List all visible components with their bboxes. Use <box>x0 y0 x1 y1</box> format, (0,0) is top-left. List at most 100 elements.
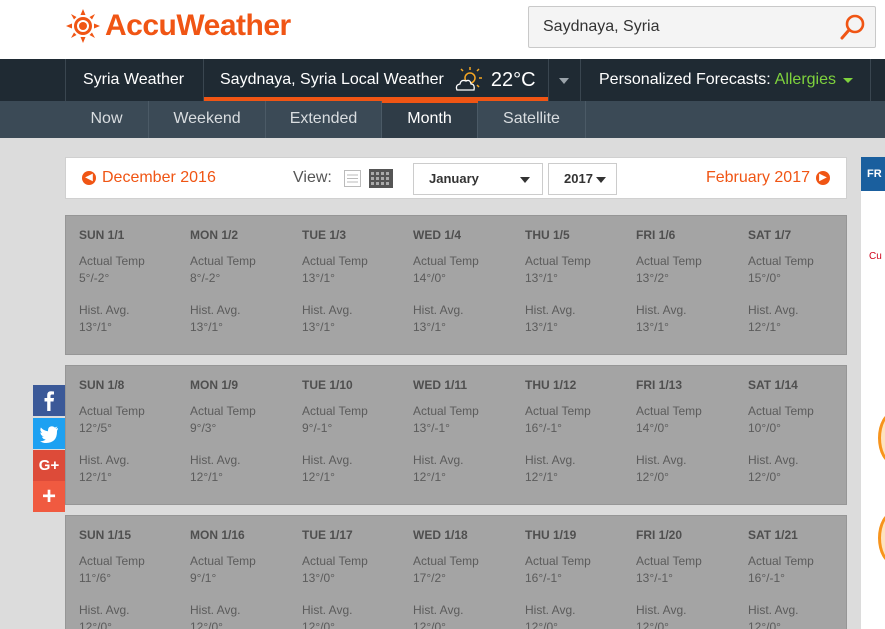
day-cell[interactable]: TUE 1/10 Actual Temp 9°/-1° Hist. Avg. 1… <box>289 366 400 506</box>
hist-avg-value: 12°/0° <box>748 470 781 484</box>
search-box <box>528 6 876 48</box>
actual-temp-value: 12°/5° <box>79 421 112 435</box>
day-cell[interactable]: MON 1/9 Actual Temp 9°/3° Hist. Avg. 12°… <box>177 366 288 506</box>
plus-icon: + <box>41 483 56 510</box>
panel-tab[interactable]: FR <box>861 157 885 191</box>
day-cell[interactable]: TUE 1/17 Actual Temp 13°/0° Hist. Avg. 1… <box>289 516 400 629</box>
day-cell[interactable]: FRI 1/13 Actual Temp 14°/0° Hist. Avg. 1… <box>623 366 734 506</box>
actual-temp-value: 13°/-1° <box>413 421 450 435</box>
twitter-share-button[interactable] <box>33 418 65 449</box>
day-cell[interactable]: SAT 1/7 Actual Temp 15°/0° Hist. Avg. 12… <box>735 216 846 356</box>
arrow-right-icon: ▶ <box>816 171 830 185</box>
actual-temp-value: 17°/2° <box>413 571 446 585</box>
tab-month[interactable]: Month <box>382 101 478 138</box>
tab-weekend[interactable]: Weekend <box>149 101 266 138</box>
actual-temp-value: 16°/-1° <box>525 571 562 585</box>
day-date: THU 1/12 <box>525 378 577 392</box>
day-date: THU 1/19 <box>525 528 577 542</box>
sun-logo-icon <box>66 9 100 43</box>
current-temperature: 22°C <box>490 69 536 91</box>
hist-avg-value: 13°/1° <box>190 320 223 334</box>
nav-personalized-forecasts[interactable]: Personalized Forecasts: Allergies <box>599 59 854 101</box>
month-select-value: January <box>429 171 479 186</box>
panel-text: Cu <box>869 251 882 262</box>
hist-avg-value: 12°/1° <box>525 470 558 484</box>
search-icon[interactable] <box>837 11 869 43</box>
day-cell[interactable]: SUN 1/1 Actual Temp 5°/-2° Hist. Avg. 13… <box>66 216 177 356</box>
month-select[interactable]: January <box>413 163 543 195</box>
day-date: FRI 1/6 <box>636 228 676 242</box>
day-date: SUN 1/8 <box>79 378 125 392</box>
day-date: SUN 1/1 <box>79 228 125 242</box>
view-label: View: <box>293 169 332 186</box>
hist-avg-value: 12°/0° <box>79 620 112 629</box>
promo-badge-icon[interactable] <box>878 412 885 464</box>
hist-avg-value: 12°/0° <box>302 620 335 629</box>
tab-satellite[interactable]: Satellite <box>478 101 586 138</box>
next-month-link[interactable]: February 2017 ▶ <box>706 158 830 198</box>
list-view-icon[interactable] <box>344 170 361 187</box>
partly-cloudy-icon <box>455 67 482 91</box>
next-month-label: February 2017 <box>705 169 810 186</box>
day-cell[interactable]: SUN 1/8 Actual Temp 12°/5° Hist. Avg. 12… <box>66 366 177 506</box>
previous-month-label: December 2016 <box>102 169 216 186</box>
day-cell[interactable]: WED 1/11 Actual Temp 13°/-1° Hist. Avg. … <box>400 366 511 506</box>
day-date: WED 1/11 <box>413 378 468 392</box>
twitter-icon <box>40 426 58 443</box>
actual-temp-value: 10°/0° <box>748 421 781 435</box>
day-cell[interactable]: SAT 1/21 Actual Temp 16°/-1° Hist. Avg. … <box>735 516 846 629</box>
hist-avg-label: Hist. Avg. <box>79 303 130 317</box>
day-cell[interactable]: FRI 1/20 Actual Temp 13°/-1° Hist. Avg. … <box>623 516 734 629</box>
local-weather-label: Saydnaya, Syria Local Weather <box>220 71 444 88</box>
google-plus-share-button[interactable]: G+ <box>33 450 65 481</box>
nav-country-weather[interactable]: Syria Weather <box>83 59 184 101</box>
day-cell[interactable]: SUN 1/15 Actual Temp 11°/6° Hist. Avg. 1… <box>66 516 177 629</box>
hist-avg-label: Hist. Avg. <box>636 453 687 467</box>
day-cell[interactable]: WED 1/18 Actual Temp 17°/2° Hist. Avg. 1… <box>400 516 511 629</box>
actual-temp-value: 13°/1° <box>525 271 558 285</box>
hist-avg-label: Hist. Avg. <box>413 453 464 467</box>
actual-temp-label: Actual Temp <box>748 404 814 418</box>
day-cell[interactable]: MON 1/2 Actual Temp 8°/-2° Hist. Avg. 13… <box>177 216 288 356</box>
accuweather-logo[interactable]: AccuWeather <box>66 9 291 43</box>
year-select[interactable]: 2017 <box>548 163 617 195</box>
hist-avg-label: Hist. Avg. <box>525 603 576 617</box>
nav-expand-button[interactable] <box>548 59 580 101</box>
day-cell[interactable]: TUE 1/3 Actual Temp 13°/1° Hist. Avg. 13… <box>289 216 400 356</box>
hist-avg-label: Hist. Avg. <box>636 303 687 317</box>
promo-badge-icon[interactable] <box>878 512 885 564</box>
hist-avg-value: 13°/1° <box>413 320 446 334</box>
actual-temp-label: Actual Temp <box>190 554 256 568</box>
day-cell[interactable]: SAT 1/14 Actual Temp 10°/0° Hist. Avg. 1… <box>735 366 846 506</box>
nav-divider <box>580 59 581 101</box>
actual-temp-label: Actual Temp <box>413 254 479 268</box>
day-cell[interactable]: WED 1/4 Actual Temp 14°/0° Hist. Avg. 13… <box>400 216 511 356</box>
more-share-button[interactable]: + <box>33 481 65 512</box>
hist-avg-value: 12°/1° <box>302 470 335 484</box>
actual-temp-value: 9°/-1° <box>302 421 333 435</box>
hist-avg-value: 13°/1° <box>636 320 669 334</box>
calendar-view-icon[interactable] <box>369 169 393 188</box>
tab-now[interactable]: Now <box>65 101 149 138</box>
day-cell[interactable]: THU 1/12 Actual Temp 16°/-1° Hist. Avg. … <box>512 366 623 506</box>
secondary-nav: Now Weekend Extended Month Satellite <box>0 101 885 138</box>
day-cell[interactable]: THU 1/5 Actual Temp 13°/1° Hist. Avg. 13… <box>512 216 623 356</box>
year-select-value: 2017 <box>564 171 593 186</box>
tab-extended[interactable]: Extended <box>266 101 382 138</box>
actual-temp-label: Actual Temp <box>190 404 256 418</box>
previous-month-link[interactable]: ◀ December 2016 <box>82 158 216 198</box>
facebook-share-button[interactable] <box>33 385 65 416</box>
actual-temp-value: 13°/2° <box>636 271 669 285</box>
nav-local-weather[interactable]: Saydnaya, Syria Local Weather 22°C <box>220 59 536 101</box>
hist-avg-value: 12°/1° <box>748 320 781 334</box>
actual-temp-value: 11°/6° <box>79 571 112 585</box>
day-cell[interactable]: FRI 1/6 Actual Temp 13°/2° Hist. Avg. 13… <box>623 216 734 356</box>
day-cell[interactable]: THU 1/19 Actual Temp 16°/-1° Hist. Avg. … <box>512 516 623 629</box>
actual-temp-label: Actual Temp <box>525 554 591 568</box>
hist-avg-label: Hist. Avg. <box>748 453 799 467</box>
day-cell[interactable]: MON 1/16 Actual Temp 9°/1° Hist. Avg. 12… <box>177 516 288 629</box>
day-date: MON 1/16 <box>190 528 245 542</box>
facebook-icon <box>44 391 54 411</box>
month-navigation: ◀ December 2016 View: January 2017 Febru… <box>65 157 847 199</box>
search-input[interactable] <box>543 18 823 36</box>
